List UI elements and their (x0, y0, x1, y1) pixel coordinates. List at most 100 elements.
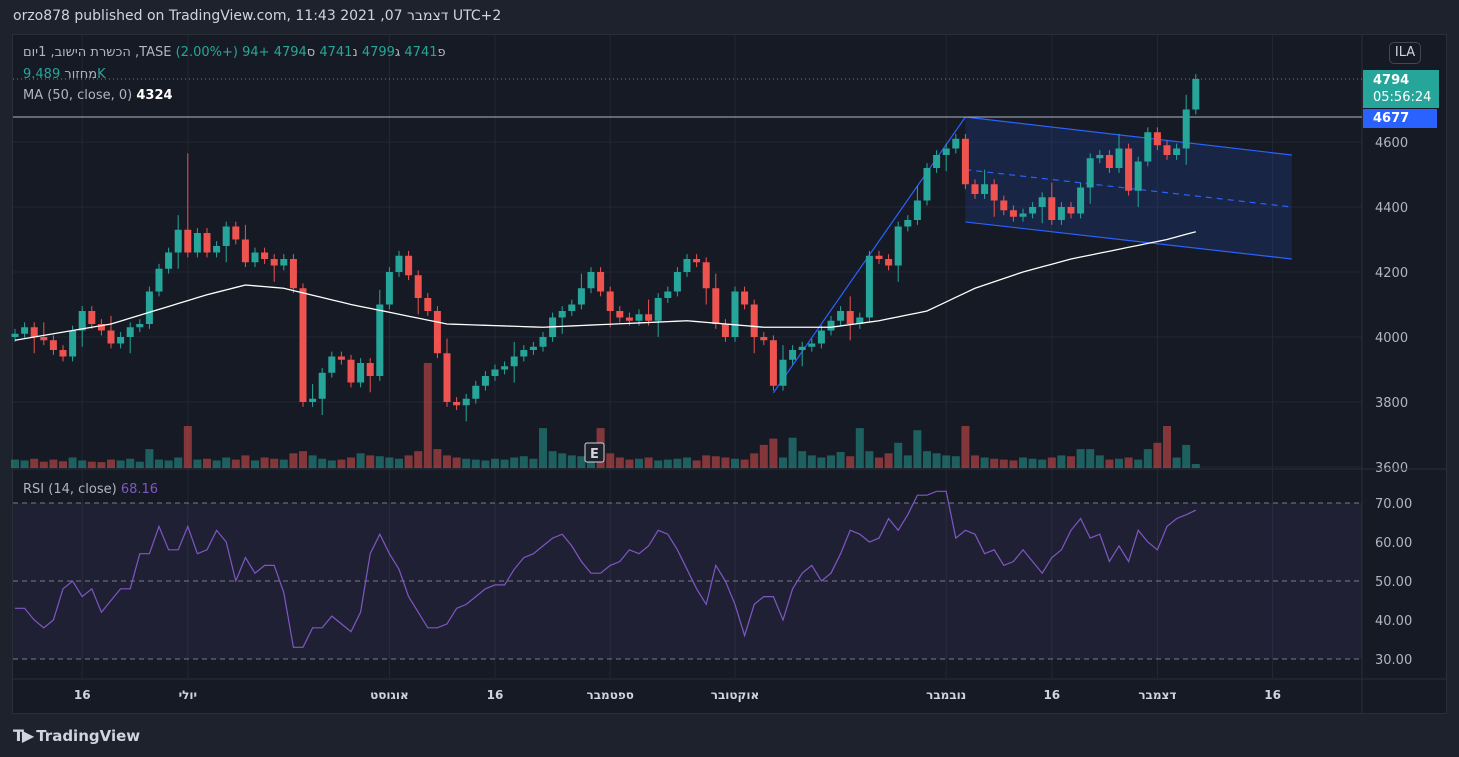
candle-body (721, 324, 729, 337)
volume-bar (1047, 457, 1056, 468)
volume-bar (855, 428, 864, 468)
volume-bar (212, 460, 221, 468)
change-value: +94 (+2.00%) (175, 45, 270, 60)
candle-body (366, 363, 374, 376)
candle-body (568, 304, 576, 311)
candle-body (1192, 78, 1200, 110)
ma-line (14, 231, 1196, 341)
volume-bar (1153, 442, 1162, 468)
volume-bar (1028, 458, 1037, 468)
candle-body (712, 288, 720, 324)
volume-legend: מחזור 9.489K (23, 67, 106, 82)
volume-bar (11, 459, 19, 468)
volume-bar (663, 459, 672, 468)
price-tick-label: 4000 (1375, 331, 1408, 346)
volume-bar (251, 460, 259, 468)
volume-bar (932, 453, 941, 468)
candle-body (117, 337, 125, 344)
candle-body (981, 184, 989, 194)
volume-bar (750, 453, 759, 468)
volume-bar (865, 451, 874, 468)
ma-label: MA (50, close, 0) (23, 88, 133, 103)
candle-body (193, 233, 201, 253)
volume-bar (279, 459, 288, 468)
candle-body (846, 311, 854, 324)
candle-body (59, 350, 67, 357)
volume-bar (385, 457, 394, 468)
volume-bar (164, 460, 173, 468)
candle-body (241, 239, 249, 263)
volume-bar (884, 453, 893, 468)
tradingview-logo[interactable]: 𝗧▶ TradingView (13, 726, 140, 745)
high-label: ג (394, 45, 401, 60)
volume-bar (107, 459, 115, 468)
volume-bar (1009, 460, 1018, 468)
volume-bar (1038, 459, 1047, 468)
candle-body (808, 343, 816, 347)
volume-bar (999, 459, 1008, 468)
candle-body (1096, 155, 1104, 159)
volume-bar (59, 461, 67, 468)
earnings-marker-label: E (590, 447, 599, 462)
candle-body (318, 372, 326, 399)
currency-badge[interactable]: ILA (1389, 42, 1421, 64)
candle-body (40, 337, 48, 341)
volume-bar (327, 460, 336, 468)
volume-bar (711, 456, 720, 468)
volume-bar (759, 444, 768, 468)
volume-bar (836, 452, 845, 468)
candle-body (865, 255, 873, 318)
candle-body (942, 148, 950, 155)
volume-bar (241, 455, 250, 468)
candle-body (990, 184, 998, 201)
candle-body (952, 138, 960, 149)
volume-bar (1115, 458, 1123, 468)
volume-bar (68, 457, 77, 468)
candle-body (472, 385, 480, 399)
volume-bar (721, 457, 730, 468)
volume-bar (30, 458, 39, 468)
candle-body (1067, 207, 1075, 214)
candle-body (837, 311, 845, 321)
candle-body (904, 220, 912, 227)
volume-bar (692, 460, 701, 468)
volume-bar (116, 460, 125, 468)
candle-body (1105, 155, 1113, 168)
candle-body (299, 288, 307, 402)
volume-bar (567, 455, 576, 468)
price-chart[interactable]: 36003800400042004400460016 יולי אוגוסט 16 ספ… (0, 0, 1459, 757)
candle-body (88, 311, 96, 324)
volume-bar (942, 455, 951, 468)
volume-bar (260, 457, 269, 468)
time-tick-label: נובמבר (926, 688, 966, 702)
candle-body (1125, 148, 1133, 191)
volume-bar (203, 458, 211, 468)
time-tick-label: 16 (1264, 688, 1281, 702)
candle-body (1048, 197, 1056, 220)
candle-body (309, 398, 317, 402)
candle-body (78, 311, 86, 331)
volume-bar (923, 451, 931, 468)
volume-bar (1182, 444, 1191, 468)
volume-bar (135, 461, 144, 468)
candle-body (145, 291, 153, 324)
volume-bar (577, 456, 586, 468)
ma-legend[interactable]: MA (50, close, 0) 4324 (23, 88, 173, 103)
volume-bar (433, 449, 442, 468)
volume-bar (798, 451, 807, 468)
volume-bar (183, 426, 192, 468)
volume-bar (193, 459, 202, 468)
price-tick-label: 4400 (1375, 201, 1408, 216)
candle-body (424, 298, 432, 311)
time-tick-label: 16 (487, 688, 504, 702)
candle-body (481, 376, 489, 386)
rsi-legend[interactable]: RSI (14, close) 68.16 (23, 482, 158, 497)
volume-bar (817, 457, 826, 468)
candle-body (1115, 148, 1123, 168)
volume-bar (548, 451, 557, 468)
candle-body (261, 252, 269, 259)
candle-body (827, 320, 835, 331)
candle-body (280, 259, 288, 266)
time-tick-label: 16 (1043, 688, 1060, 702)
candle-body (885, 259, 893, 266)
